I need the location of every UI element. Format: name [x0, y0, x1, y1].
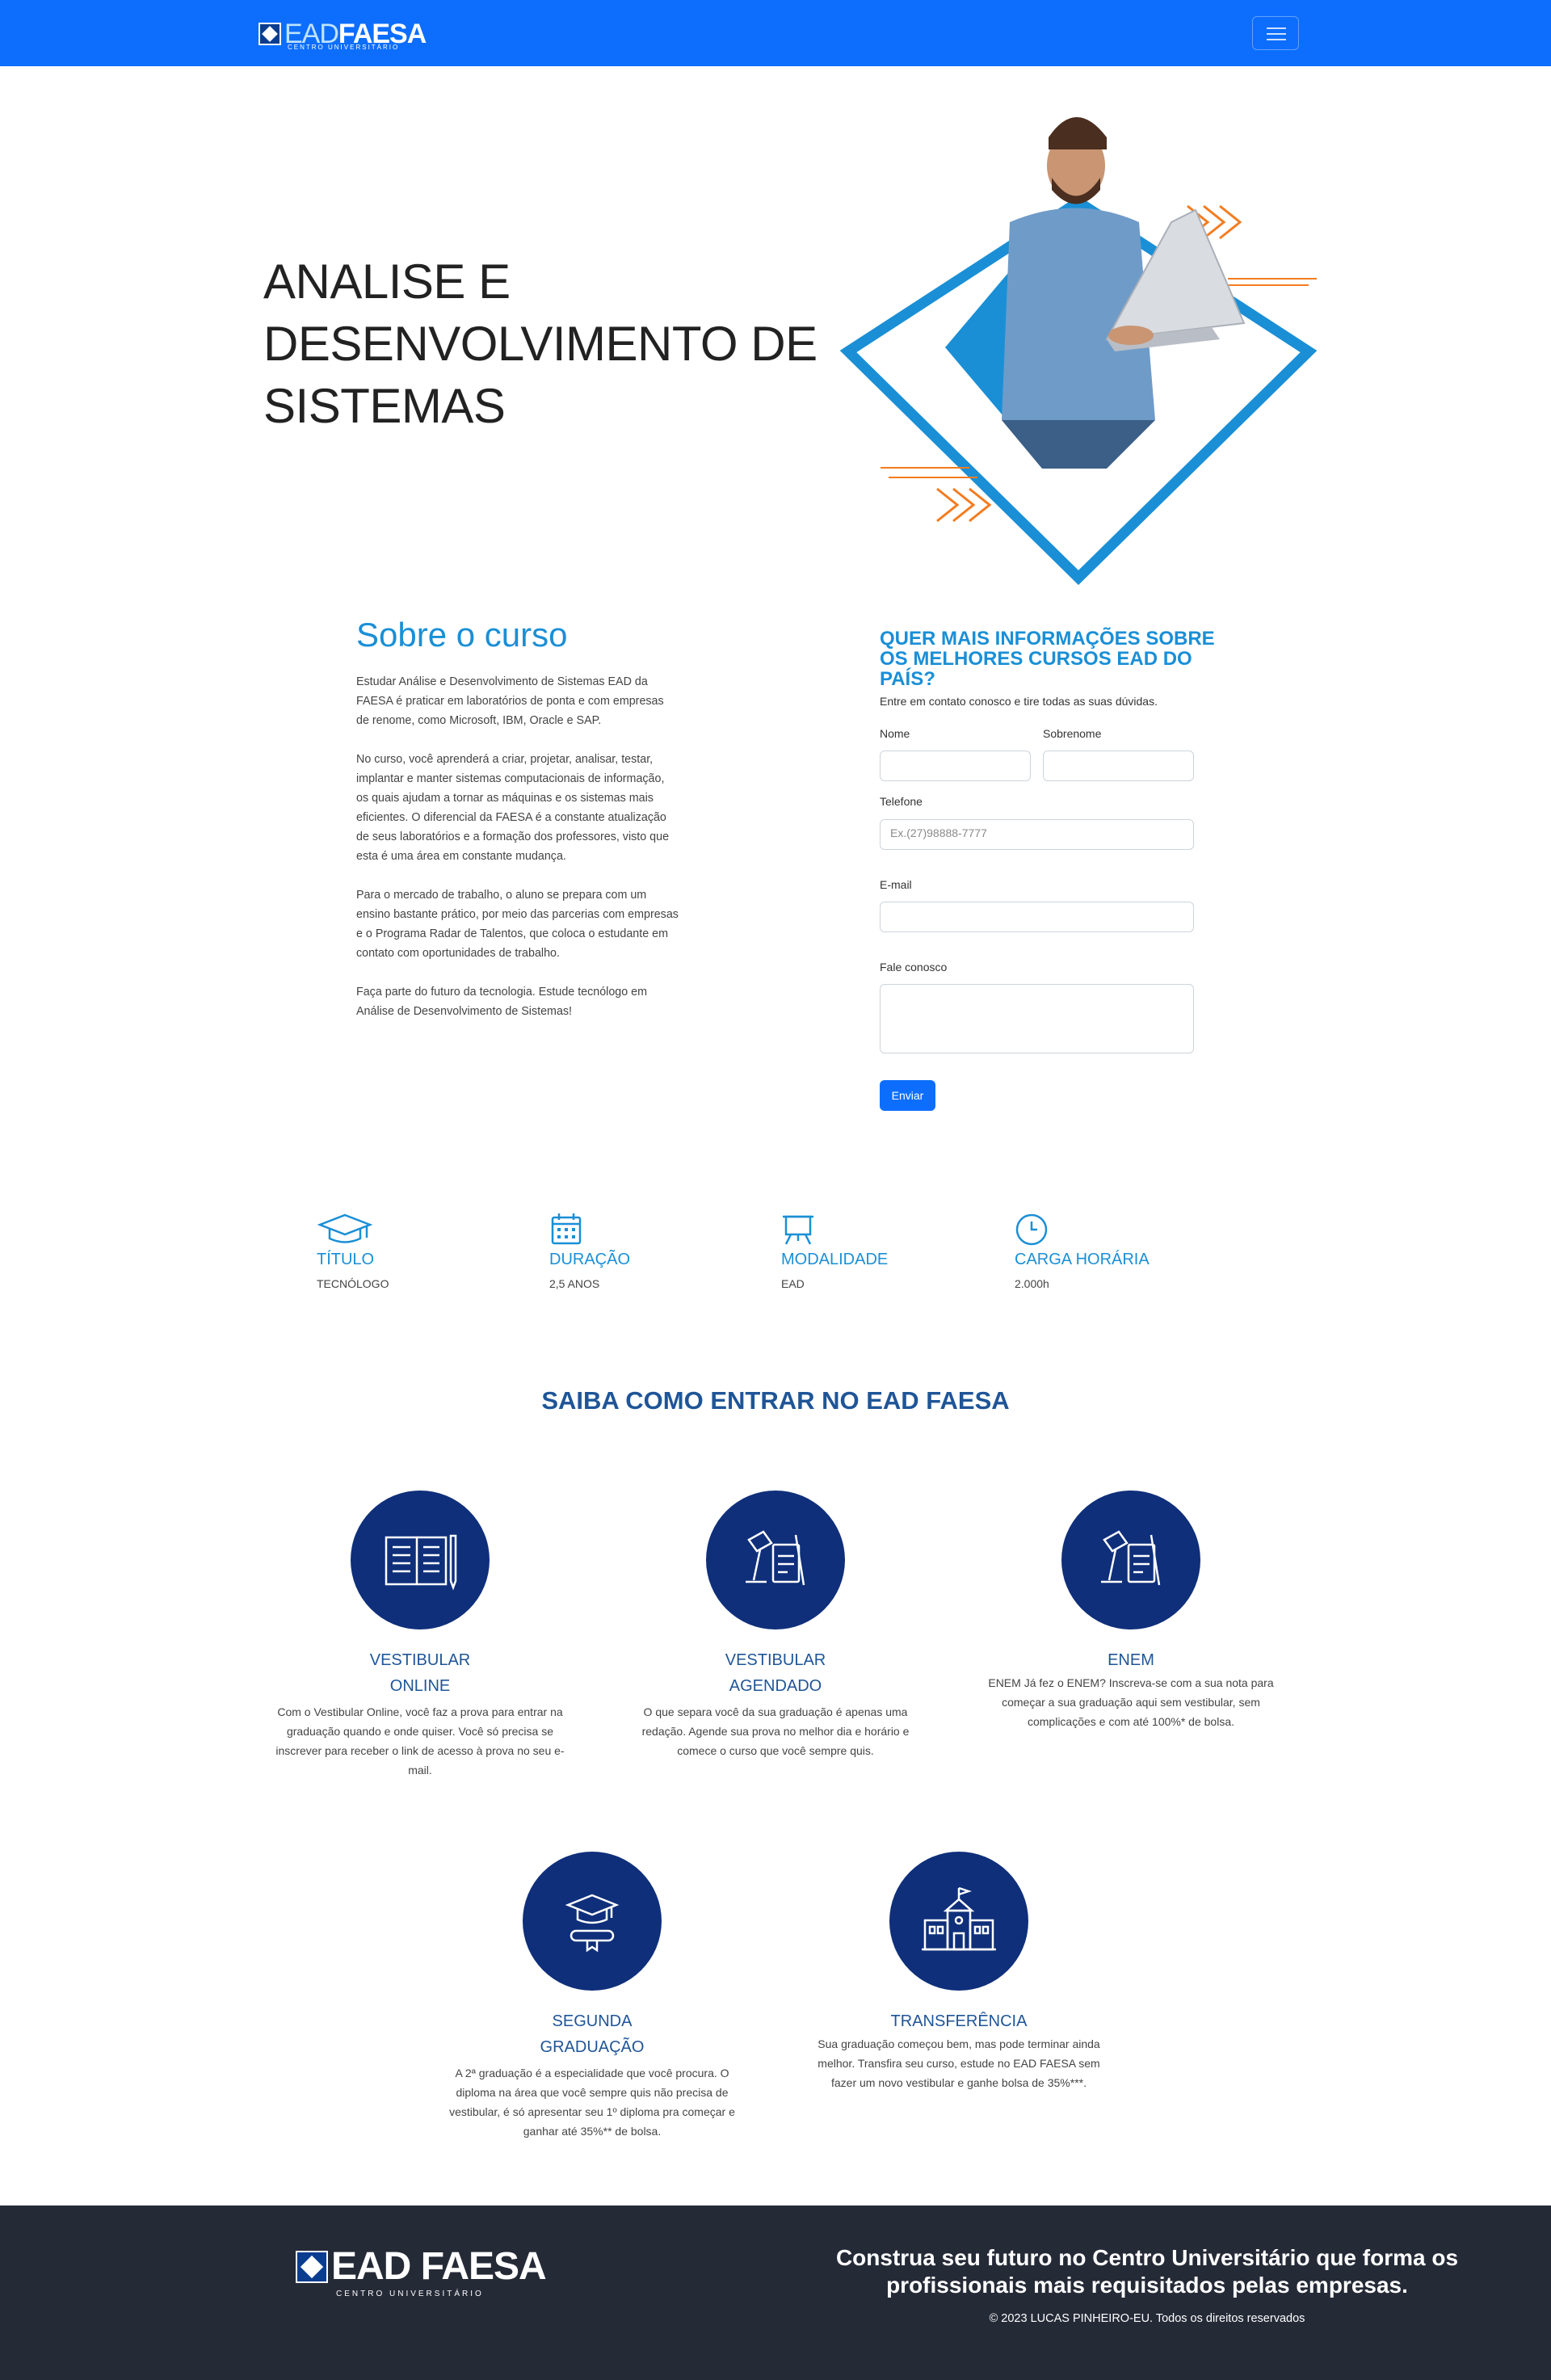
form-title: QUER MAIS INFORMAÇÕES SOBRE OS MELHORES …	[880, 628, 1215, 690]
card-description: Com o Vestibular Online, você faz a prov…	[275, 1705, 565, 1777]
about-title: Sobre o curso	[356, 616, 568, 654]
card-description: O que separa você da sua graduação é ape…	[641, 1705, 910, 1757]
school-building-icon	[889, 1852, 1028, 1991]
card-title: TRANSFERÊNCIA	[890, 2012, 1028, 2030]
navbar: EADFAESA CENTRO UNIVERSITÁRIO	[0, 0, 1551, 66]
card-description: A 2ª graduação é a especialidade que voc…	[449, 2067, 735, 2138]
footer: EAD FAESA CENTRO UNIVERSITÁRIO Construa …	[0, 2205, 1551, 2380]
footer-logo[interactable]: EAD FAESA	[296, 2245, 547, 2288]
info-duracao: DURAÇÃO 2,5 ANOS	[549, 1212, 727, 1290]
footer-message: Construa seu futuro no Centro Universitá…	[835, 2245, 1459, 2298]
saiba-title: SAIBA COMO ENTRAR NO EAD FAESA	[541, 1386, 1010, 1415]
sobrenome-input[interactable]	[1043, 751, 1194, 781]
presentation-board-icon	[781, 1212, 959, 1246]
open-book-icon	[351, 1491, 490, 1629]
about-paragraph: Para o mercado de trabalho, o aluno se p…	[356, 889, 679, 960]
info-value: EAD	[781, 1277, 805, 1290]
form-subtitle: Entre em contato conosco e tire todas as…	[880, 695, 1158, 708]
about-text: Estudar Análise e Desenvolvimento de Sis…	[356, 672, 679, 1041]
info-title: MODALIDADE	[781, 1251, 889, 1268]
logo-faesa-text: FAESA	[420, 2245, 547, 2288]
mensagem-label: Fale conosco	[880, 961, 948, 973]
clock-icon	[1015, 1212, 1192, 1246]
info-value: 2,5 ANOS	[549, 1277, 600, 1290]
email-label: E-mail	[880, 878, 912, 891]
info-title: DURAÇÃO	[549, 1251, 631, 1268]
hero-image	[839, 117, 1318, 586]
telefone-label: Telefone	[880, 795, 923, 808]
card-vestibular-online: VESTIBULAR ONLINE Com o Vestibular Onlin…	[267, 1491, 574, 1780]
card-title: SEGUNDA GRADUAÇÃO	[540, 2012, 645, 2056]
info-value: 2.000h	[1015, 1277, 1049, 1290]
card-title: ENEM	[1108, 1651, 1154, 1669]
nome-input[interactable]	[880, 751, 1031, 781]
about-paragraph: Faça parte do futuro da tecnologia. Estu…	[356, 986, 648, 1018]
faesa-logo-icon	[296, 2251, 328, 2283]
info-title: TÍTULO	[317, 1251, 375, 1268]
logo-ead-text: EAD	[331, 2245, 411, 2288]
email-input[interactable]	[880, 902, 1194, 932]
graduation-cap-icon	[317, 1212, 494, 1246]
logo-subtitle: CENTRO UNIVERSITÁRIO	[288, 44, 400, 51]
navbar-toggler-button[interactable]	[1252, 16, 1299, 50]
hero-title: ANALISE E DESENVOLVIMENTO DE SISTEMAS	[263, 254, 818, 433]
desk-lamp-exam-icon	[706, 1491, 845, 1629]
hamburger-icon	[1267, 27, 1286, 29]
telefone-input[interactable]: Ex.(27)98888-7777	[880, 819, 1194, 850]
about-paragraph: No curso, você aprenderá a criar, projet…	[356, 753, 670, 863]
graduation-diploma-icon	[523, 1852, 662, 1991]
submit-button[interactable]: Enviar	[880, 1080, 935, 1111]
card-segunda-graduacao: SEGUNDA GRADUAÇÃO A 2ª graduação é a esp…	[439, 1852, 746, 2141]
card-description: Sua graduação começou bem, mas pode term…	[818, 2037, 1100, 2089]
info-modalidade: MODALIDADE EAD	[781, 1212, 959, 1290]
card-transferencia: TRANSFERÊNCIA Sua graduação começou bem,…	[805, 1852, 1112, 2092]
hero-illustration	[839, 81, 1325, 598]
info-value: TECNÓLOGO	[317, 1277, 389, 1290]
card-enem: ENEM ENEM Já fez o ENEM? Inscreva-se com…	[977, 1491, 1284, 1731]
desk-lamp-exam-icon	[1061, 1491, 1200, 1629]
mensagem-textarea[interactable]	[880, 984, 1194, 1053]
card-title: VESTIBULAR ONLINE	[369, 1651, 471, 1695]
card-description: ENEM Já fez o ENEM? Inscreva-se com a su…	[988, 1676, 1274, 1728]
sobrenome-label: Sobrenome	[1043, 727, 1102, 740]
info-title: CARGA HORÁRIA	[1015, 1251, 1150, 1268]
card-vestibular-agendado: VESTIBULAR AGENDADO O que separa você da…	[622, 1491, 929, 1760]
about-paragraph: Estudar Análise e Desenvolvimento de Sis…	[356, 675, 664, 727]
info-carga-horaria: CARGA HORÁRIA 2.000h	[1015, 1212, 1192, 1290]
footer-copyright: © 2023 LUCAS PINHEIRO-EU. Todos os direi…	[989, 2312, 1305, 2325]
info-titulo: TÍTULO TECNÓLOGO	[317, 1212, 494, 1290]
faesa-logo-icon	[258, 23, 281, 45]
nome-label: Nome	[880, 727, 910, 740]
footer-logo-subtitle: CENTRO UNIVERSITÁRIO	[336, 2290, 484, 2298]
calendar-icon	[549, 1212, 727, 1246]
card-title: VESTIBULAR AGENDADO	[725, 1651, 826, 1695]
